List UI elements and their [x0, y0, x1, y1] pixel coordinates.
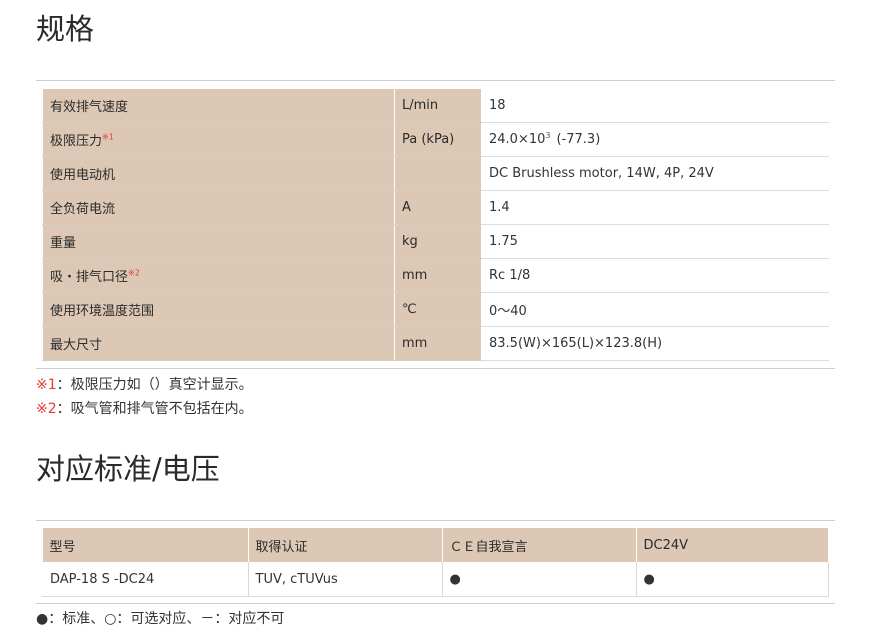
spec-value: 1.75: [481, 224, 829, 259]
spec-unit: mm: [394, 326, 482, 361]
spec-label: 全负荷电流: [42, 190, 395, 225]
model-cell: DAP-18 S -DC24: [42, 562, 249, 597]
title-divider: [36, 80, 835, 81]
spec-value: 0～40: [481, 292, 829, 327]
column-header: 型号: [42, 528, 249, 562]
spec-unit: L/min: [394, 88, 482, 123]
table-row: DAP-18 S -DC24 TUV, cTUVus ● ●: [42, 562, 829, 597]
footnote-mark: ※1: [102, 132, 114, 142]
footnote-1: ※1：极限压力如（）真空计显示。: [36, 377, 253, 393]
column-header: ＣＥ自我宣言: [442, 528, 637, 562]
spec-label: 极限压力※1: [42, 122, 395, 157]
spec-unit: Pa (kPa): [394, 122, 482, 157]
table-bottom-rule: [36, 603, 835, 604]
certification-cell: TUV, cTUVus: [248, 562, 443, 597]
table-row: 使用环境温度范围 ℃ 0～40: [42, 292, 829, 327]
spec-label: 最大尺寸: [42, 326, 395, 361]
spec-table: 有效排气速度 L/min 18 极限压力※1 Pa (kPa) 24.0×103…: [42, 88, 829, 361]
table-bottom-rule: [36, 368, 835, 369]
table-row: 全负荷电流 A 1.4: [42, 190, 829, 225]
spec-value: 18: [481, 88, 829, 123]
standards-title: 对应标准/电压: [36, 452, 220, 486]
spec-title: 规格: [36, 12, 95, 46]
standards-table: 型号 取得认证 ＣＥ自我宣言 DC24V DAP-18 S -DC24 TUV,…: [42, 528, 829, 597]
title-divider: [36, 520, 835, 521]
table-row: 使用电动机 DC Brushless motor, 14W, 4P, 24V: [42, 156, 829, 191]
table-row: 重量 kg 1.75: [42, 224, 829, 259]
column-header: 取得认证: [248, 528, 443, 562]
spec-value: 24.0×103 (-77.3): [481, 122, 829, 157]
spec-label: 使用电动机: [42, 156, 395, 191]
column-header: DC24V: [636, 528, 829, 562]
ce-cell: ●: [442, 562, 637, 597]
table-header-row: 型号 取得认证 ＣＥ自我宣言 DC24V: [42, 528, 829, 562]
spec-unit: mm: [394, 258, 482, 293]
table-row: 最大尺寸 mm 83.5(W)×165(L)×123.8(H): [42, 326, 829, 361]
spec-label: 吸・排气口径※2: [42, 258, 395, 293]
spec-value: Rc 1/8: [481, 258, 829, 293]
spec-value: 1.4: [481, 190, 829, 225]
spec-label: 使用环境温度范围: [42, 292, 395, 327]
spec-label: 有效排气速度: [42, 88, 395, 123]
legend-text: ●：标准、○：可选对应、－：对应不可: [36, 611, 285, 627]
table-row: 有效排气速度 L/min 18: [42, 88, 829, 123]
spec-value: DC Brushless motor, 14W, 4P, 24V: [481, 156, 829, 191]
spec-label: 重量: [42, 224, 395, 259]
footnote-2: ※2：吸气管和排气管不包括在内。: [36, 401, 253, 417]
table-row: 吸・排气口径※2 mm Rc 1/8: [42, 258, 829, 293]
spec-unit: ℃: [394, 292, 482, 327]
spec-unit: kg: [394, 224, 482, 259]
voltage-cell: ●: [636, 562, 829, 597]
spec-unit: [394, 156, 482, 191]
footnote-mark: ※2: [128, 268, 140, 278]
spec-value: 83.5(W)×165(L)×123.8(H): [481, 326, 829, 361]
spec-unit: A: [394, 190, 482, 225]
table-row: 极限压力※1 Pa (kPa) 24.0×103 (-77.3): [42, 122, 829, 157]
